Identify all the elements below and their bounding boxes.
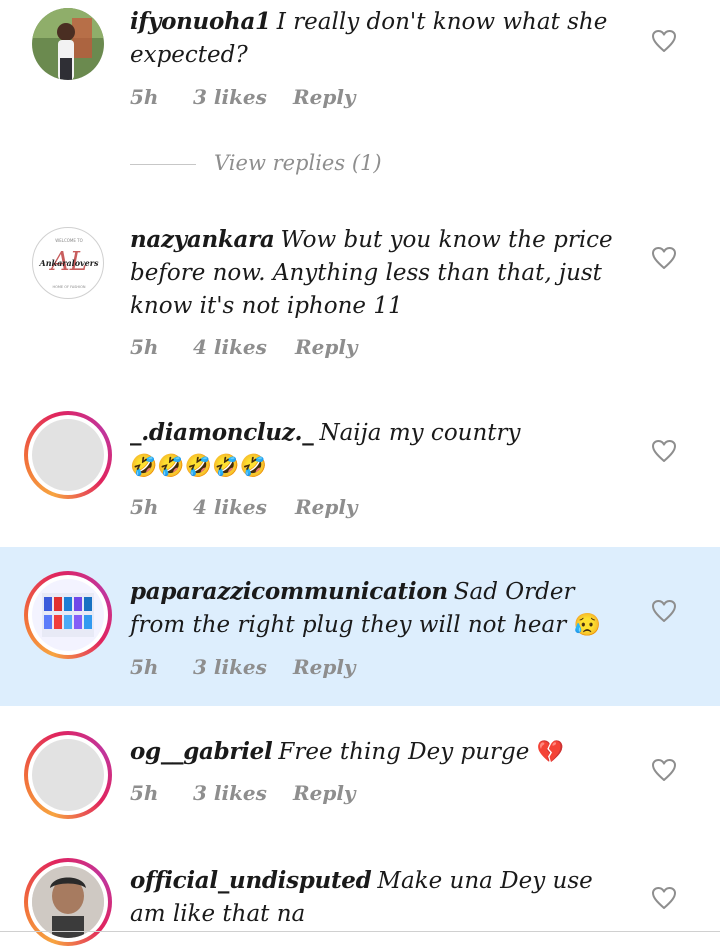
comment-time: 5h	[130, 495, 159, 519]
comment-item: _.diamoncluz._ Naija my country 🤣🤣🤣🤣🤣 5h …	[0, 385, 720, 547]
view-replies-label[interactable]: View replies (1)	[214, 151, 382, 175]
comment-username[interactable]: nazyankara	[130, 226, 275, 253]
view-replies-divider	[130, 164, 196, 165]
bottom-divider	[0, 931, 720, 932]
comment-time: 5h	[130, 85, 159, 109]
comment-text-block: paparazzicommunication Sad Order from the…	[130, 575, 620, 642]
comment-likes[interactable]: 3 likes	[193, 781, 267, 805]
comment-text-block: official_undisputed Make una Dey use am l…	[130, 864, 620, 931]
heart-outline-icon[interactable]	[651, 886, 677, 910]
comment-username[interactable]: official_undisputed	[130, 867, 372, 894]
avatar[interactable]	[32, 8, 104, 80]
comment-text-block: _.diamoncluz._ Naija my country 🤣🤣🤣🤣🤣	[130, 416, 620, 483]
comment-text-block: og__gabriel Free thing Dey purge 💔	[130, 735, 620, 769]
avatar-image	[32, 419, 104, 491]
avatar[interactable]	[24, 571, 112, 659]
heart-outline-icon[interactable]	[651, 29, 677, 53]
comment-emojis: 🤣🤣🤣🤣🤣	[130, 454, 267, 479]
comment-username[interactable]: paparazzicommunication	[130, 578, 448, 605]
avatar-logo-text: Ankaralovers	[39, 258, 99, 268]
reply-button[interactable]: Reply	[295, 335, 358, 359]
comment-likes[interactable]: 4 likes	[193, 335, 267, 359]
comment-time: 5h	[130, 655, 159, 679]
comment-emojis: 😥	[573, 613, 601, 638]
heart-outline-icon[interactable]	[651, 439, 677, 463]
avatar[interactable]	[24, 858, 112, 946]
avatar[interactable]: WELCOME TO AL HOME OF FASHION Ankaralove…	[32, 227, 104, 299]
comment-body: Free thing Dey purge	[278, 739, 530, 765]
heart-outline-icon[interactable]	[651, 246, 677, 270]
comment-username[interactable]: ifyonuoha1	[130, 8, 271, 35]
comment-time: 5h	[130, 781, 159, 805]
svg-text:HOME OF FASHION: HOME OF FASHION	[53, 285, 86, 289]
avatar[interactable]	[24, 411, 112, 499]
comment-body: Naija my country	[319, 420, 521, 446]
comment-item: og__gabriel Free thing Dey purge 💔 5h 3 l…	[0, 706, 720, 846]
comment-likes[interactable]: 3 likes	[193, 655, 267, 679]
avatar-inner	[28, 735, 108, 815]
comment-text-block: nazyankara Wow but you know the price bef…	[130, 223, 620, 323]
comment-time: 5h	[130, 335, 159, 359]
comment-item: official_undisputed Make una Dey use am l…	[0, 846, 720, 946]
comment-item: ifyonuoha1 I really don't know what she e…	[0, 0, 720, 200]
comment-likes[interactable]: 4 likes	[193, 495, 267, 519]
avatar-inner	[28, 862, 108, 942]
avatar-image	[32, 739, 104, 811]
comment-likes[interactable]: 3 likes	[193, 85, 267, 109]
heart-outline-icon[interactable]	[651, 599, 677, 623]
avatar-inner	[28, 575, 108, 655]
reply-button[interactable]: Reply	[293, 781, 356, 805]
reply-button[interactable]: Reply	[295, 495, 358, 519]
comment-item-highlighted: paparazzicommunication Sad Order from the…	[0, 547, 720, 706]
comment-emojis: 💔	[536, 740, 565, 765]
heart-outline-icon[interactable]	[651, 758, 677, 782]
view-replies-button[interactable]: View replies (1)	[130, 151, 430, 183]
reply-button[interactable]: Reply	[293, 85, 356, 109]
comment-text-block: ifyonuoha1 I really don't know what she e…	[130, 5, 620, 72]
avatar-image	[32, 579, 104, 651]
avatar-image	[32, 866, 104, 938]
avatar[interactable]	[24, 731, 112, 819]
svg-text:WELCOME TO: WELCOME TO	[55, 238, 83, 243]
reply-button[interactable]: Reply	[293, 655, 356, 679]
comment-username[interactable]: og__gabriel	[130, 738, 273, 765]
comment-username[interactable]: _.diamoncluz._	[130, 419, 314, 446]
comment-item: WELCOME TO AL HOME OF FASHION Ankaralove…	[0, 200, 720, 385]
avatar-inner	[28, 415, 108, 495]
